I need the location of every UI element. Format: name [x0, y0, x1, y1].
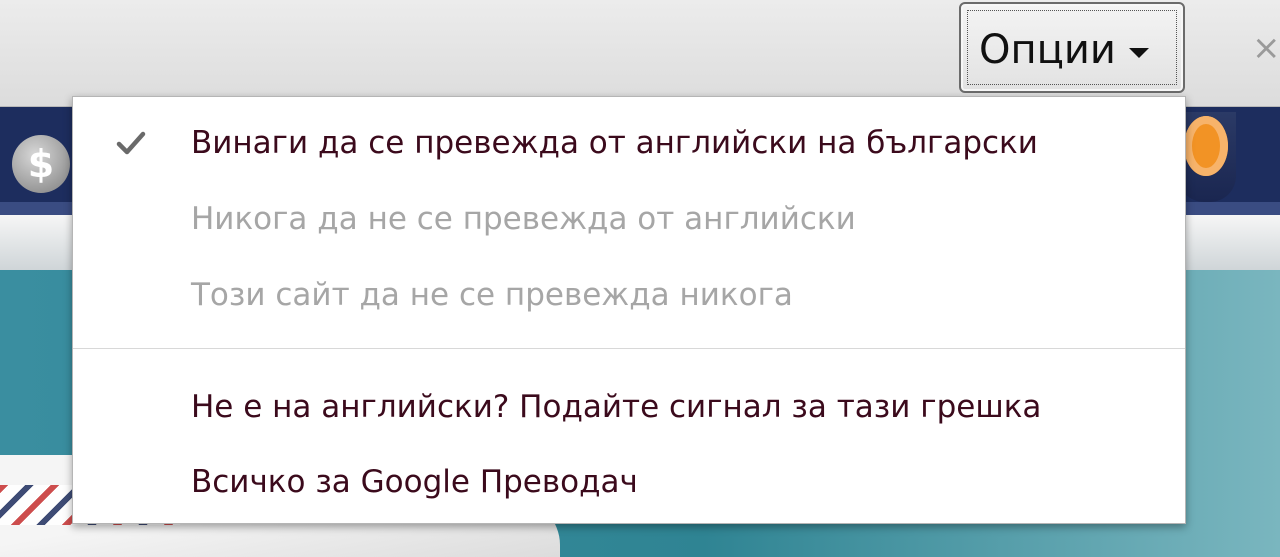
menu-item-label: Никога да не се превежда от английски: [191, 201, 856, 237]
menu-item-label: Винаги да се превежда от английски на бъ…: [191, 125, 1038, 161]
chevron-down-icon: [1129, 48, 1149, 58]
menu-item-never-translate-site: Този сайт да не се превежда никога: [73, 265, 1185, 325]
menu-item-report-language[interactable]: Не е на английски? Подайте сигнал за таз…: [73, 377, 1185, 437]
menu-separator: [73, 348, 1185, 349]
menu-item-always-translate[interactable]: Винаги да се превежда от английски на бъ…: [73, 113, 1185, 173]
options-button-label: Опции: [979, 27, 1116, 73]
menu-item-never-translate-language: Никога да не се превежда от английски: [73, 189, 1185, 249]
menu-item-label: Всичко за Google Преводач: [191, 464, 638, 500]
check-icon: [116, 131, 146, 155]
orange-ring: [1184, 116, 1228, 176]
close-icon[interactable]: ×: [1252, 28, 1280, 68]
menu-item-label: Не е на английски? Подайте сигнал за таз…: [191, 389, 1042, 425]
dollar-icon: $: [12, 135, 70, 193]
menu-item-about-translate[interactable]: Всичко за Google Преводач: [73, 452, 1185, 512]
options-dropdown-menu: Винаги да се превежда от английски на бъ…: [72, 96, 1186, 524]
menu-item-label: Този сайт да не се превежда никога: [191, 277, 793, 313]
options-button[interactable]: Опции: [959, 2, 1185, 93]
orange-badge-icon: [1178, 112, 1236, 202]
